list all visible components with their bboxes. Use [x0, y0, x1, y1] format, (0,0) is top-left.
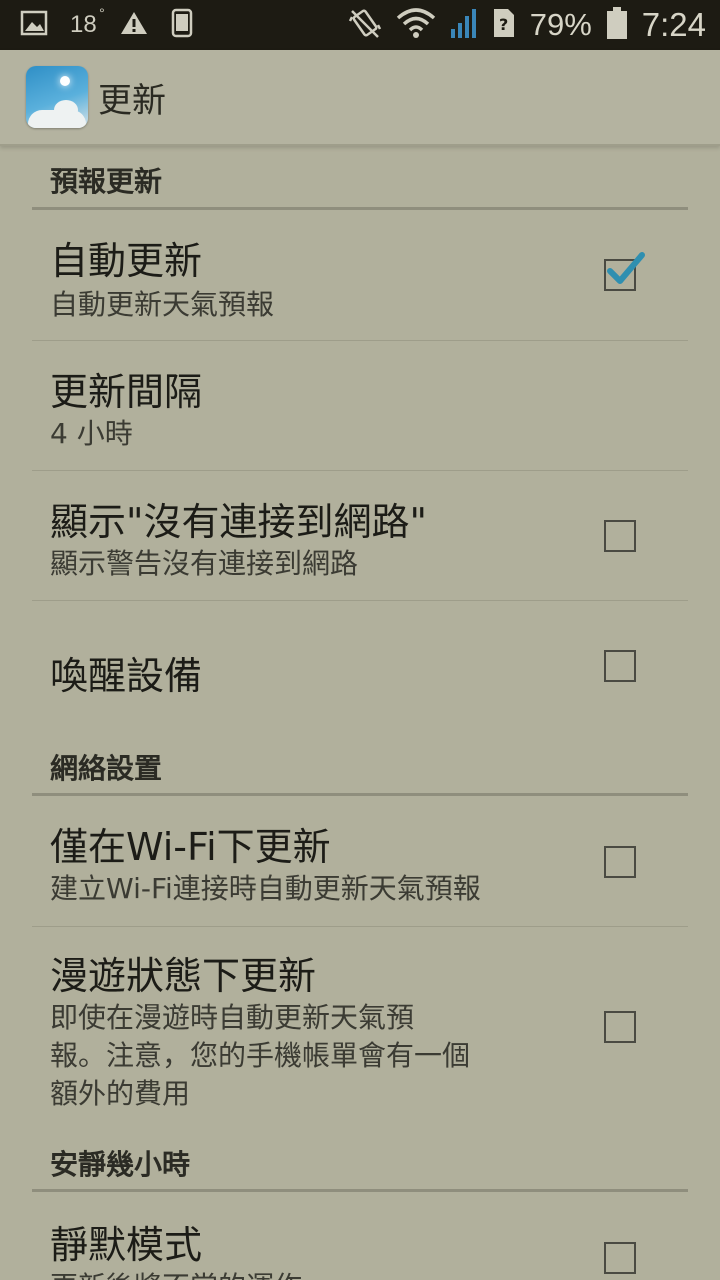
warning-icon [119, 10, 149, 41]
pref-summary-line: 報。注意，您的手機帳單會有一個 [50, 1039, 471, 1072]
status-bar: 18 ° ? 79% 7:24 [0, 0, 720, 50]
pref-wifi-only[interactable]: 僅在Wi-Fi下更新 建立Wi-Fi連接時自動更新天氣預報 [32, 796, 688, 927]
pref-title: 顯示"沒有連接到網路" [50, 500, 427, 544]
image-icon [20, 10, 48, 41]
clock: 7:24 [641, 6, 706, 43]
section-header-quiet-hours: 安靜幾小時 [32, 1127, 688, 1192]
pref-summary: 自動更新天氣預報 [50, 288, 275, 321]
pref-title: 漫遊狀態下更新 [50, 954, 317, 998]
pref-title: 靜默模式 [50, 1223, 203, 1267]
temperature-value: 18 [70, 11, 97, 38]
pref-title: 喚醒設備 [50, 654, 203, 698]
auto-update-checkbox[interactable] [604, 252, 645, 291]
signal-icon [450, 7, 478, 44]
battery-icon [606, 6, 628, 45]
wake-device-checkbox[interactable] [604, 650, 636, 682]
section-header-forecast-update: 預報更新 [32, 146, 688, 210]
pref-update-interval[interactable]: 更新間隔 4 小時 [32, 341, 688, 471]
show-no-connection-checkbox[interactable] [604, 520, 636, 552]
pref-summary-line: 即使在漫遊時自動更新天氣預 [50, 1001, 415, 1034]
pref-auto-update[interactable]: 自動更新 自動更新天氣預報 [32, 210, 688, 341]
section-header-label: 安靜幾小時 [50, 1148, 191, 1181]
roaming-checkbox[interactable] [604, 1011, 636, 1043]
battery-percent: 79% [529, 7, 592, 42]
pref-silent-mode[interactable]: 靜默模式 更新後將不當的運作 [32, 1192, 688, 1280]
pref-summary: 顯示警告沒有連接到網路 [50, 547, 359, 580]
wifi-icon [396, 7, 436, 43]
pref-summary: 更新後將不當的運作 [50, 1268, 302, 1280]
pref-title: 僅在Wi-Fi下更新 [50, 825, 331, 869]
section-header-label: 預報更新 [50, 165, 163, 198]
pref-title: 自動更新 [50, 239, 203, 283]
phone-icon [171, 8, 193, 43]
pref-summary: 建立Wi-Fi連接時自動更新天氣預報 [50, 872, 481, 905]
silent-mode-checkbox[interactable] [604, 1242, 636, 1274]
temperature-unit: ° [99, 5, 105, 21]
checkmark-icon [607, 252, 645, 284]
vibrate-icon [348, 7, 382, 44]
svg-text:?: ? [499, 15, 508, 34]
temperature-indicator: 18 ° [70, 5, 105, 39]
pref-title: 更新間隔 [50, 370, 203, 414]
sim-unknown-icon: ? [492, 7, 516, 44]
pref-summary: 4 小時 [50, 417, 133, 450]
pref-show-no-connection[interactable]: 顯示"沒有連接到網路" 顯示警告沒有連接到網路 [32, 471, 688, 601]
pref-roaming[interactable]: 漫遊狀態下更新 即使在漫遊時自動更新天氣預 報。注意，您的手機帳單會有一個 額外… [32, 927, 688, 1127]
section-header-network-settings: 網絡設置 [32, 731, 688, 796]
pref-wake-device[interactable]: 喚醒設備 [32, 601, 688, 731]
action-bar: 更新 [0, 50, 720, 146]
pref-summary-line: 額外的費用 [50, 1077, 191, 1110]
wifi-only-checkbox[interactable] [604, 846, 636, 878]
section-header-label: 網絡設置 [50, 752, 163, 785]
page-title: 更新 [98, 80, 166, 121]
weather-app-icon[interactable] [26, 66, 88, 128]
